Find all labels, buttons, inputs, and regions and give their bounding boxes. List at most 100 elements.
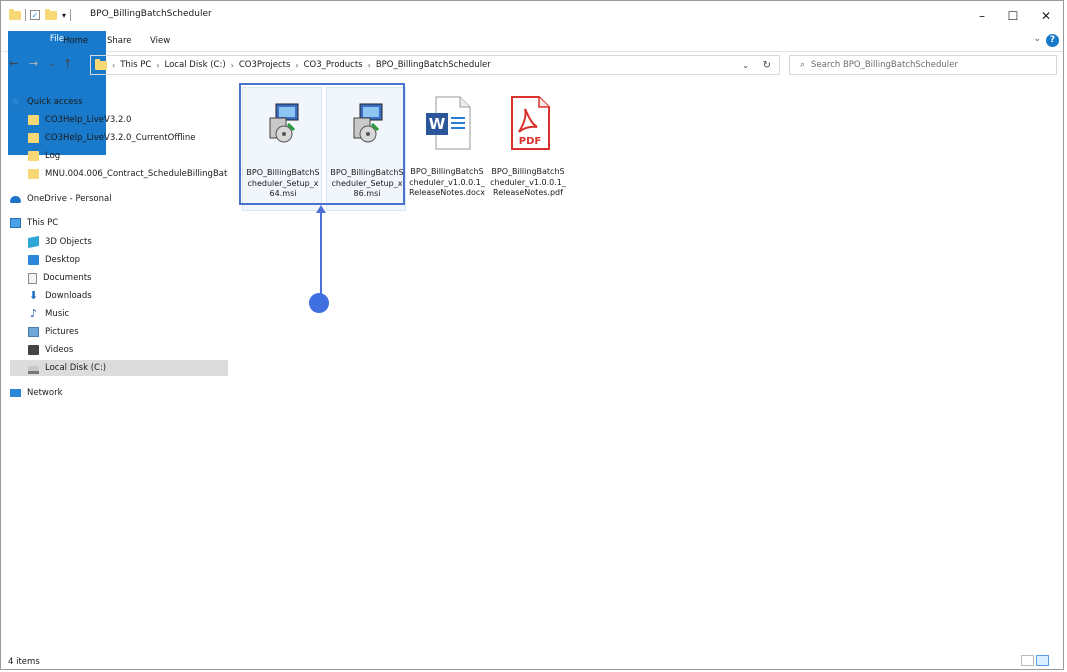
word-document-icon: W bbox=[426, 96, 471, 150]
nav-3d-objects[interactable]: 3D Objects bbox=[28, 234, 228, 250]
breadcrumb-local-disk[interactable]: Local Disk (C:) bbox=[165, 60, 226, 70]
recent-locations-icon[interactable]: ⌄ bbox=[49, 59, 56, 68]
nav-label: CO3Help_LiveV3.2.0_CurrentOffline bbox=[45, 133, 196, 143]
tab-share[interactable]: Share bbox=[99, 33, 140, 49]
pdf-document-icon: PDF bbox=[511, 96, 550, 150]
nav-label: Videos bbox=[45, 345, 74, 355]
nav-label: 3D Objects bbox=[45, 237, 92, 247]
music-note-icon: ♪ bbox=[29, 307, 38, 320]
nav-label: Local Disk (C:) bbox=[45, 363, 107, 373]
file-name: BPO_BillingBatchScheduler_v1.0.0.1_Relea… bbox=[490, 167, 566, 197]
nav-label: Downloads bbox=[45, 291, 92, 301]
toolbar-separator bbox=[70, 9, 72, 21]
nav-label: Pictures bbox=[45, 327, 79, 337]
document-icon bbox=[28, 272, 37, 284]
help-icon[interactable]: ? bbox=[1046, 34, 1059, 47]
folder-icon[interactable] bbox=[9, 8, 21, 20]
nav-item-co3help-offline[interactable]: CO3Help_LiveV3.2.0_CurrentOffline bbox=[28, 130, 228, 146]
file-item-release-notes-docx[interactable]: W BPO_BillingBatchScheduler_v1.0.0.1_Rel… bbox=[407, 87, 487, 211]
nav-item-mnu[interactable]: MNU.004.006_Contract_ScheduleBillingBatc… bbox=[28, 166, 228, 182]
expand-ribbon-icon[interactable]: ⌄ bbox=[1033, 34, 1041, 44]
view-toggle-group bbox=[1021, 655, 1049, 666]
nav-item-co3help-livev320[interactable]: CO3Help_LiveV3.2.0 bbox=[28, 112, 228, 128]
folder-icon bbox=[28, 151, 39, 161]
title-bar: ✓ ▾ BPO_BillingBatchScheduler – ☐ ✕ bbox=[1, 1, 1063, 31]
annotation-arrow-line bbox=[320, 211, 322, 295]
close-button[interactable]: ✕ bbox=[1031, 5, 1061, 27]
nav-label: MNU.004.006_Contract_ScheduleBillingBatc… bbox=[45, 169, 228, 179]
file-name: BPO_BillingBatchScheduler_v1.0.0.1_Relea… bbox=[409, 167, 486, 197]
ribbon: File Home Share View ⌄ ? bbox=[1, 31, 1063, 155]
tab-home[interactable]: Home bbox=[55, 33, 96, 49]
details-view-icon[interactable] bbox=[1021, 655, 1034, 666]
maximize-button[interactable]: ☐ bbox=[998, 5, 1028, 27]
chevron-right-icon: › bbox=[367, 60, 371, 70]
word-letter: W bbox=[429, 115, 446, 133]
explorer-window: ✓ ▾ BPO_BillingBatchScheduler – ☐ ✕ File… bbox=[0, 0, 1064, 670]
nav-pictures[interactable]: Pictures bbox=[28, 324, 228, 340]
breadcrumb-current-folder[interactable]: BPO_BillingBatchScheduler bbox=[376, 60, 491, 70]
nav-label: Desktop bbox=[45, 255, 81, 265]
breadcrumb-this-pc[interactable]: This PC bbox=[120, 60, 151, 70]
nav-desktop[interactable]: Desktop bbox=[28, 252, 228, 268]
nav-this-pc[interactable]: This PC bbox=[10, 215, 228, 231]
nav-label: CO3Help_LiveV3.2.0 bbox=[45, 115, 132, 125]
nav-videos[interactable]: Videos bbox=[28, 342, 228, 358]
nav-network[interactable]: Network bbox=[10, 385, 228, 401]
large-icons-view-icon[interactable] bbox=[1036, 655, 1049, 666]
breadcrumb-co3-products[interactable]: CO3_Products bbox=[304, 60, 363, 70]
nav-documents[interactable]: Documents bbox=[28, 270, 228, 286]
refresh-icon[interactable]: ↻ bbox=[763, 60, 771, 71]
customize-toolbar-icon[interactable]: ▾ bbox=[62, 11, 66, 20]
search-icon: ⌕ bbox=[800, 60, 806, 70]
nav-music[interactable]: ♪ Music bbox=[28, 306, 228, 322]
chevron-right-icon: › bbox=[295, 60, 299, 70]
folder-icon bbox=[95, 58, 107, 70]
nav-onedrive[interactable]: OneDrive - Personal bbox=[10, 191, 228, 207]
chevron-right-icon: › bbox=[156, 60, 160, 70]
address-dropdown-icon[interactable]: ⌄ bbox=[742, 61, 749, 70]
nav-item-log[interactable]: Log bbox=[28, 148, 228, 164]
search-box[interactable]: ⌕ Search BPO_BillingBatchScheduler bbox=[789, 55, 1057, 75]
nav-label: This PC bbox=[27, 218, 59, 228]
star-icon: ★ bbox=[10, 95, 21, 108]
nav-label: Documents bbox=[43, 273, 92, 283]
breadcrumb-co3projects[interactable]: CO3Projects bbox=[239, 60, 291, 70]
annotation-dot bbox=[309, 293, 329, 313]
address-bar[interactable]: › This PC › Local Disk (C:) › CO3Project… bbox=[90, 55, 780, 75]
annotation-highlight-box bbox=[239, 83, 405, 205]
nav-local-disk[interactable]: Local Disk (C:) bbox=[10, 360, 228, 376]
nav-quick-access[interactable]: ★ Quick access bbox=[10, 94, 228, 110]
video-icon bbox=[28, 345, 39, 355]
desktop-icon bbox=[28, 255, 39, 265]
new-folder-icon[interactable] bbox=[45, 8, 57, 20]
computer-icon bbox=[10, 218, 21, 228]
folder-icon bbox=[28, 115, 39, 125]
nav-label: Quick access bbox=[27, 97, 83, 107]
search-placeholder: Search BPO_BillingBatchScheduler bbox=[811, 60, 958, 70]
navigation-pane: ★ Quick access CO3Help_LiveV3.2.0 CO3Hel… bbox=[1, 89, 229, 649]
back-arrow-icon[interactable]: ← bbox=[9, 57, 18, 70]
nav-label: OneDrive - Personal bbox=[27, 194, 112, 204]
status-item-count: 4 items bbox=[8, 657, 40, 667]
picture-icon bbox=[28, 327, 39, 337]
nav-label: Music bbox=[45, 309, 70, 319]
download-arrow-icon: ⬇ bbox=[28, 289, 39, 302]
navigation-bar: ← → ⌄ ↑ › This PC › Local Disk (C:) › CO… bbox=[1, 53, 1063, 77]
cube-icon bbox=[28, 235, 39, 249]
forward-arrow-icon[interactable]: → bbox=[29, 57, 38, 70]
minimize-button[interactable]: – bbox=[967, 5, 997, 27]
folder-icon bbox=[28, 169, 39, 179]
window-title: BPO_BillingBatchScheduler bbox=[90, 9, 212, 19]
quick-access-toolbar: ✓ ▾ bbox=[9, 8, 75, 21]
properties-check-icon[interactable]: ✓ bbox=[30, 10, 40, 20]
file-item-release-notes-pdf[interactable]: PDF BPO_BillingBatchScheduler_v1.0.0.1_R… bbox=[488, 87, 568, 211]
toolbar-separator bbox=[25, 9, 26, 21]
folder-icon bbox=[28, 133, 39, 143]
nav-downloads[interactable]: ⬇ Downloads bbox=[28, 288, 228, 304]
tab-view[interactable]: View bbox=[142, 33, 178, 49]
pdf-label: PDF bbox=[519, 136, 541, 147]
nav-label: Network bbox=[27, 388, 63, 398]
chevron-right-icon: › bbox=[230, 60, 234, 70]
up-arrow-icon[interactable]: ↑ bbox=[63, 57, 72, 70]
